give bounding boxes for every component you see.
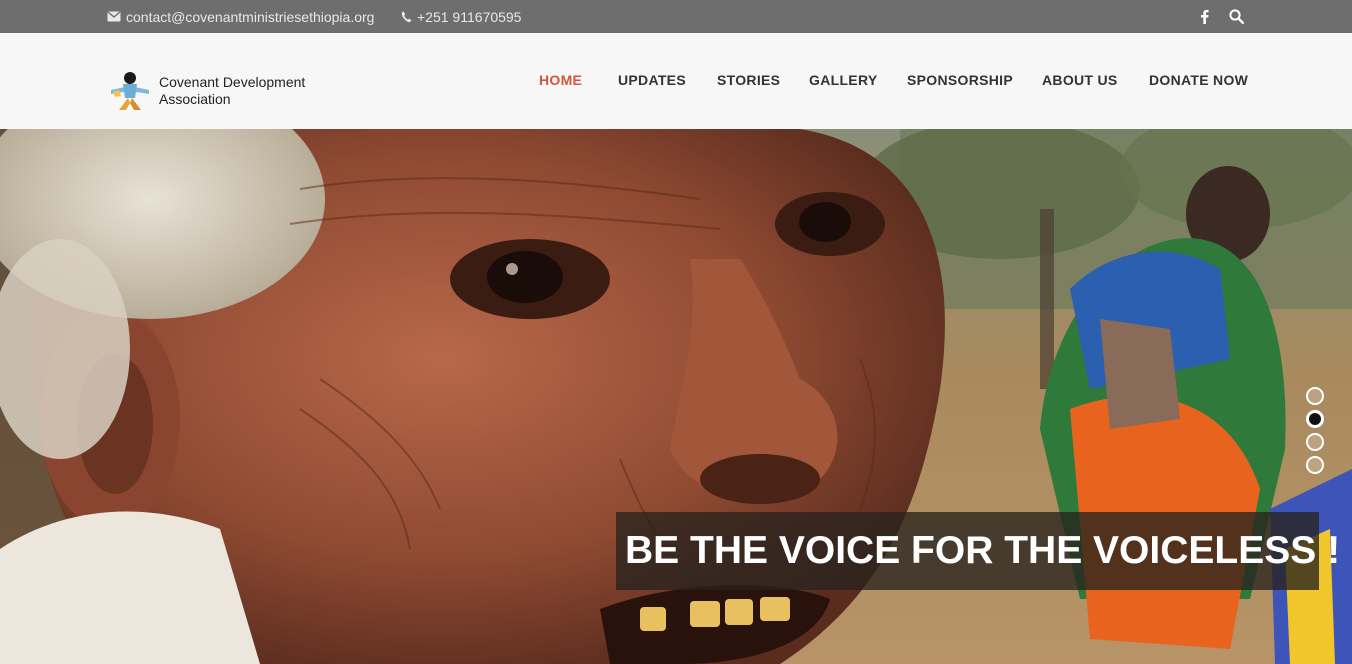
slider-dot-4[interactable] xyxy=(1306,456,1324,474)
facebook-icon[interactable] xyxy=(1200,0,1209,33)
phone-text[interactable]: +251 911670595 xyxy=(417,9,521,25)
contact-phone[interactable]: +251 911670595 xyxy=(401,0,521,33)
logo-title-line1: Covenant Development xyxy=(159,74,306,90)
logo-mark-icon xyxy=(111,72,149,110)
nav-updates[interactable]: UPDATES xyxy=(618,72,686,88)
site-logo[interactable]: Covenant Development Association xyxy=(109,70,305,112)
nav-gallery[interactable]: GALLERY xyxy=(809,72,877,88)
slider-dot-3[interactable] xyxy=(1306,433,1324,451)
slider-dot-2[interactable] xyxy=(1306,410,1324,428)
site-header: Covenant Development Association HOME UP… xyxy=(0,33,1352,129)
top-info-bar: contact@covenantministriesethiopia.org +… xyxy=(0,0,1352,33)
slider-dot-1[interactable] xyxy=(1306,387,1324,405)
logo-title-line2: Association xyxy=(159,91,231,107)
hero-caption: BE THE VOICE FOR THE VOICELESS ! xyxy=(616,512,1340,590)
nav-stories[interactable]: STORIES xyxy=(717,72,780,88)
search-icon[interactable] xyxy=(1229,0,1244,33)
hero-slider: BE THE VOICE FOR THE VOICELESS ! xyxy=(0,129,1352,664)
email-text[interactable]: contact@covenantministriesethiopia.org xyxy=(126,9,374,25)
nav-about-us[interactable]: ABOUT US xyxy=(1042,72,1118,88)
nav-home[interactable]: HOME xyxy=(539,72,582,88)
phone-icon xyxy=(401,11,412,23)
nav-sponsorship[interactable]: SPONSORSHIP xyxy=(907,72,1013,88)
nav-donate-now[interactable]: DONATE NOW xyxy=(1149,72,1248,88)
contact-email[interactable]: contact@covenantministriesethiopia.org xyxy=(107,0,374,33)
envelope-icon xyxy=(107,11,121,22)
